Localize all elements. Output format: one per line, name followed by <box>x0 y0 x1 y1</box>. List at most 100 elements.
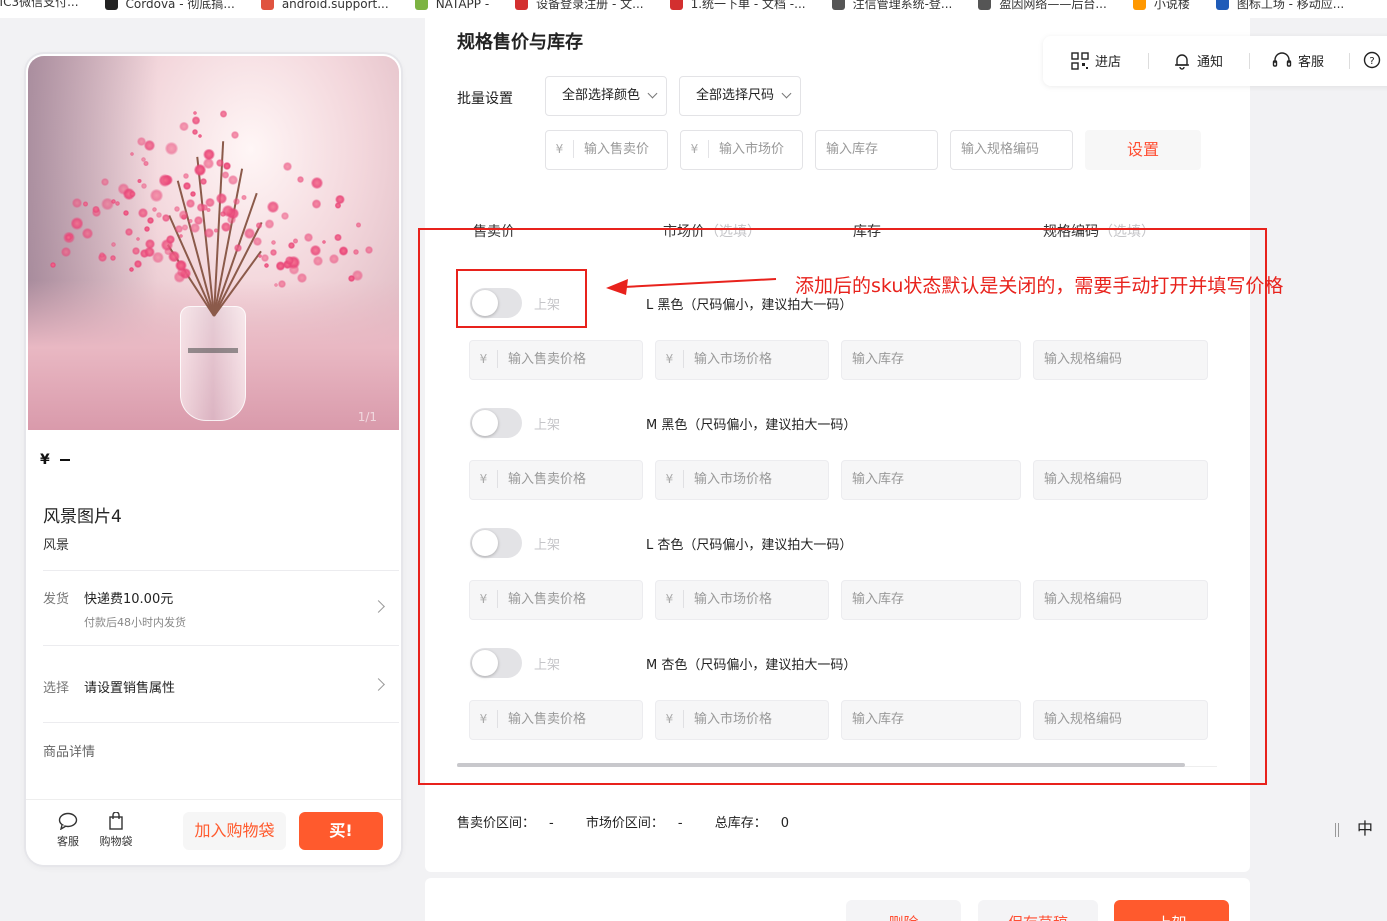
blossom <box>355 222 362 228</box>
blossom <box>192 129 198 135</box>
section-title: 规格售价与库存 <box>457 32 583 53</box>
store-label: 进店 <box>1095 55 1122 70</box>
ime-label: 中 <box>1357 819 1374 838</box>
bookmark-item[interactable]: 1.统一下单 - 文档 -... <box>669 0 806 10</box>
blossom <box>281 211 290 220</box>
add-to-cart-button[interactable]: 加入购物袋 <box>183 812 286 850</box>
delete-button[interactable]: 删除 <box>846 900 961 921</box>
service-button[interactable]: 客服 <box>1272 51 1324 70</box>
product-category: 风景 <box>43 538 70 553</box>
bookmark-favicon-icon <box>1215 0 1229 10</box>
blossom <box>186 199 195 208</box>
batch-stock-input[interactable]: 输入库存 <box>815 130 938 170</box>
bookmark-item[interactable]: android.support... <box>260 0 389 10</box>
store-button[interactable]: 进店 <box>1071 51 1121 70</box>
save-draft-button[interactable]: 保存草稿 <box>978 900 1098 921</box>
bookmark-item[interactable]: 图标工场 - 移动应... <box>1215 0 1345 11</box>
blossom <box>233 198 240 205</box>
blossom <box>117 183 130 195</box>
annotation-text: 添加后的sku状态默认是关闭的，需要手动打开并填写价格 <box>795 275 1284 297</box>
select-all-colors[interactable]: 全部选择颜色 <box>545 76 667 116</box>
blossom <box>334 233 342 241</box>
blossom <box>215 192 227 204</box>
price: ¥ <box>40 452 70 468</box>
bookmark-item[interactable]: NATAPP - <box>414 0 489 10</box>
summary-sale: 售卖价区间： - <box>457 816 554 831</box>
batch-settings-label: 批量设置 <box>457 91 513 107</box>
chevron-down-icon <box>647 88 658 99</box>
blossom <box>297 272 308 283</box>
shopping-bag-icon <box>109 812 123 830</box>
summary-market: 市场价区间： - <box>585 816 683 831</box>
blossom <box>311 176 323 189</box>
bookmark-item[interactable]: 注信管理系统-登... <box>831 0 952 10</box>
select-value: 请设置销售属性 <box>84 681 176 696</box>
blossom <box>49 261 56 268</box>
bell-icon <box>1175 53 1189 70</box>
blossom <box>161 213 170 222</box>
tab-service[interactable]: 客服 <box>46 812 90 849</box>
product-detail-label: 商品详情 <box>43 745 96 760</box>
blossom <box>156 212 162 218</box>
blossom <box>205 197 215 208</box>
blossom <box>364 245 374 254</box>
blossom <box>311 199 322 209</box>
blossom <box>124 228 133 237</box>
buy-button[interactable]: 买! <box>299 812 383 850</box>
notify-button[interactable]: 通知 <box>1173 51 1223 70</box>
select-all-sizes[interactable]: 全部选择尺码 <box>679 76 801 116</box>
blossom <box>191 116 201 125</box>
blossom <box>204 228 214 239</box>
placeholder: 输入售卖价 <box>584 142 650 157</box>
bookmark-favicon-icon <box>414 0 428 10</box>
top-toolbar: 进店 通知 客服 ? <box>1043 36 1387 86</box>
blossom <box>129 191 136 198</box>
help-button[interactable]: ? <box>1363 51 1387 69</box>
notify-label: 通知 <box>1197 55 1224 70</box>
bookmark-item[interactable]: Cordova - 彻底搞... <box>104 0 235 10</box>
chat-bubble-icon <box>58 812 78 830</box>
blossom <box>173 205 180 212</box>
help-icon: ? <box>1363 51 1381 69</box>
blossom <box>304 233 314 242</box>
bookmark-item[interactable]: 盈因网络——后台... <box>978 0 1107 11</box>
preview-bottom-bar: 客服 购物袋 加入购物袋 买! <box>26 799 401 865</box>
product-image[interactable]: 1/1 <box>28 56 399 430</box>
bookmark-favicon-icon <box>260 0 274 10</box>
bookmark-item[interactable]: IIC3微信支付... <box>0 0 79 8</box>
batch-code-input[interactable]: 输入规格编码 <box>950 130 1073 170</box>
batch-market-price-input[interactable]: ¥ 输入市场价 <box>680 130 803 170</box>
bookmark-favicon-icon <box>669 0 683 10</box>
set-button[interactable]: 设置 <box>1085 130 1201 170</box>
bookmark-label: 图标工场 - 移动应... <box>1236 0 1345 11</box>
blossom <box>351 270 363 281</box>
vase-shape <box>180 306 246 421</box>
blossom <box>205 207 211 213</box>
currency-prefix: ¥ <box>681 140 709 158</box>
blossom <box>183 173 189 179</box>
blossom <box>165 142 178 156</box>
placeholder: 输入规格编码 <box>961 142 1040 157</box>
tab-bag[interactable]: 购物袋 <box>94 812 138 849</box>
drag-handle-icon <box>1335 822 1339 837</box>
publish-button[interactable]: 上架 <box>1114 900 1229 921</box>
blossom <box>193 110 198 115</box>
blossom <box>297 175 305 183</box>
currency-symbol: ¥ <box>40 452 50 468</box>
blossom <box>231 130 240 139</box>
blossom <box>310 245 321 256</box>
shipping-label: 发货 <box>43 592 70 607</box>
bookmark-label: 盈因网络——后台... <box>999 0 1107 11</box>
summary-row: 售卖价区间： - 市场价区间： - 总库存： 0 <box>457 812 817 831</box>
ime-indicator[interactable]: 中 <box>1335 815 1373 839</box>
chevron-down-icon <box>781 88 792 99</box>
blossom <box>181 223 189 231</box>
blossom <box>143 160 149 166</box>
batch-sale-price-input[interactable]: ¥ 输入售卖价 <box>545 130 668 170</box>
bookmark-item[interactable]: 设备登录注册 - 文... <box>515 0 644 10</box>
divider <box>43 570 399 571</box>
blossom <box>92 206 100 214</box>
image-indicator: 1/1 <box>357 410 377 424</box>
chevron-right-icon <box>372 600 385 613</box>
bookmark-item[interactable]: 小说楼 <box>1132 0 1190 10</box>
